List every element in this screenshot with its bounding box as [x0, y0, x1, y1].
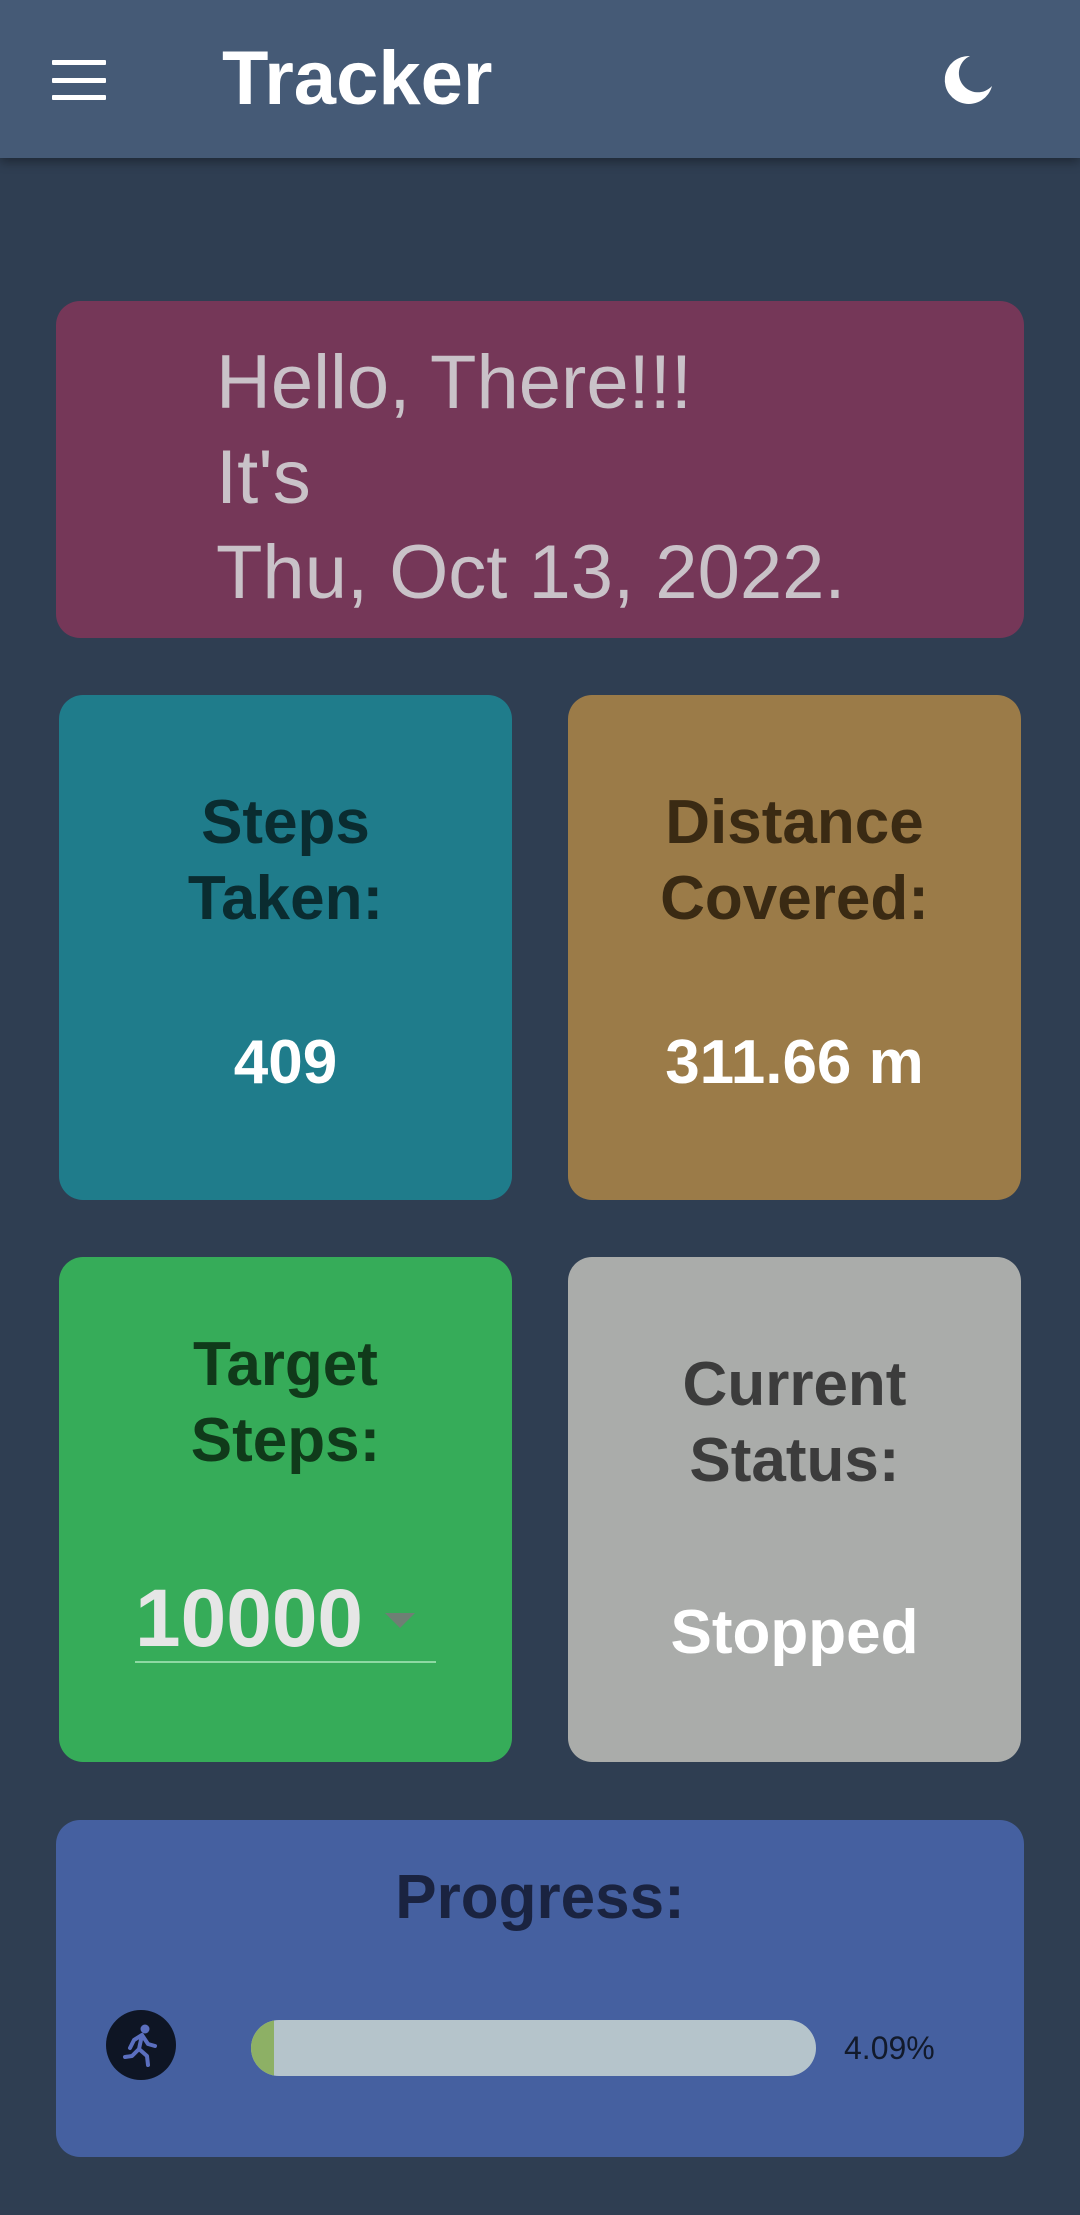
title-line: Covered:	[660, 864, 929, 933]
title-line: Distance	[665, 788, 924, 857]
date-line: Thu, Oct 13, 2022.	[216, 530, 846, 615]
moon-icon[interactable]	[940, 52, 996, 108]
app-bar: Tracker	[0, 0, 1080, 158]
progress-bar	[251, 2020, 816, 2076]
current-status-title: Current Status:	[568, 1347, 1021, 1499]
title-line: Steps	[201, 788, 370, 857]
steps-taken-card: Steps Taken: 409	[59, 695, 512, 1200]
progress-title: Progress:	[395, 1863, 685, 1932]
app-title: Tracker	[222, 36, 493, 121]
hamburger-menu-icon[interactable]	[52, 60, 106, 100]
distance-covered-title: Distance Covered:	[568, 785, 1021, 937]
dropdown-caret-icon	[385, 1613, 415, 1628]
distance-covered-card: Distance Covered: 311.66 m	[568, 695, 1021, 1200]
target-steps-title: Target Steps:	[59, 1327, 512, 1479]
greeting-line: Hello, There!!!	[216, 340, 692, 425]
title-line: Status:	[689, 1426, 900, 1495]
greeting-text: Hello, There!!! It's Thu, Oct 13, 2022.	[216, 335, 846, 620]
greeting-line: It's	[216, 435, 311, 520]
running-person-icon	[106, 2010, 176, 2080]
title-line: Target	[193, 1330, 378, 1399]
title-line: Steps:	[190, 1406, 381, 1475]
title-line: Current	[682, 1350, 907, 1419]
steps-taken-value: 409	[233, 1028, 338, 1097]
current-status-value: Stopped	[670, 1598, 919, 1667]
progress-bar-fill	[251, 2020, 275, 2076]
progress-card: Progress: 4.09%	[56, 1820, 1024, 2157]
current-status-card: Current Status: Stopped	[568, 1257, 1021, 1762]
target-steps-dropdown[interactable]: 10000	[135, 1575, 436, 1663]
progress-percent-label: 4.09%	[844, 2030, 935, 2066]
target-steps-card: Target Steps: 10000	[59, 1257, 512, 1762]
title-line: Taken:	[187, 864, 384, 933]
target-steps-value: 10000	[135, 1573, 364, 1664]
distance-covered-value: 311.66 m	[665, 1028, 924, 1097]
steps-taken-title: Steps Taken:	[59, 785, 512, 937]
greeting-card: Hello, There!!! It's Thu, Oct 13, 2022.	[56, 301, 1024, 638]
